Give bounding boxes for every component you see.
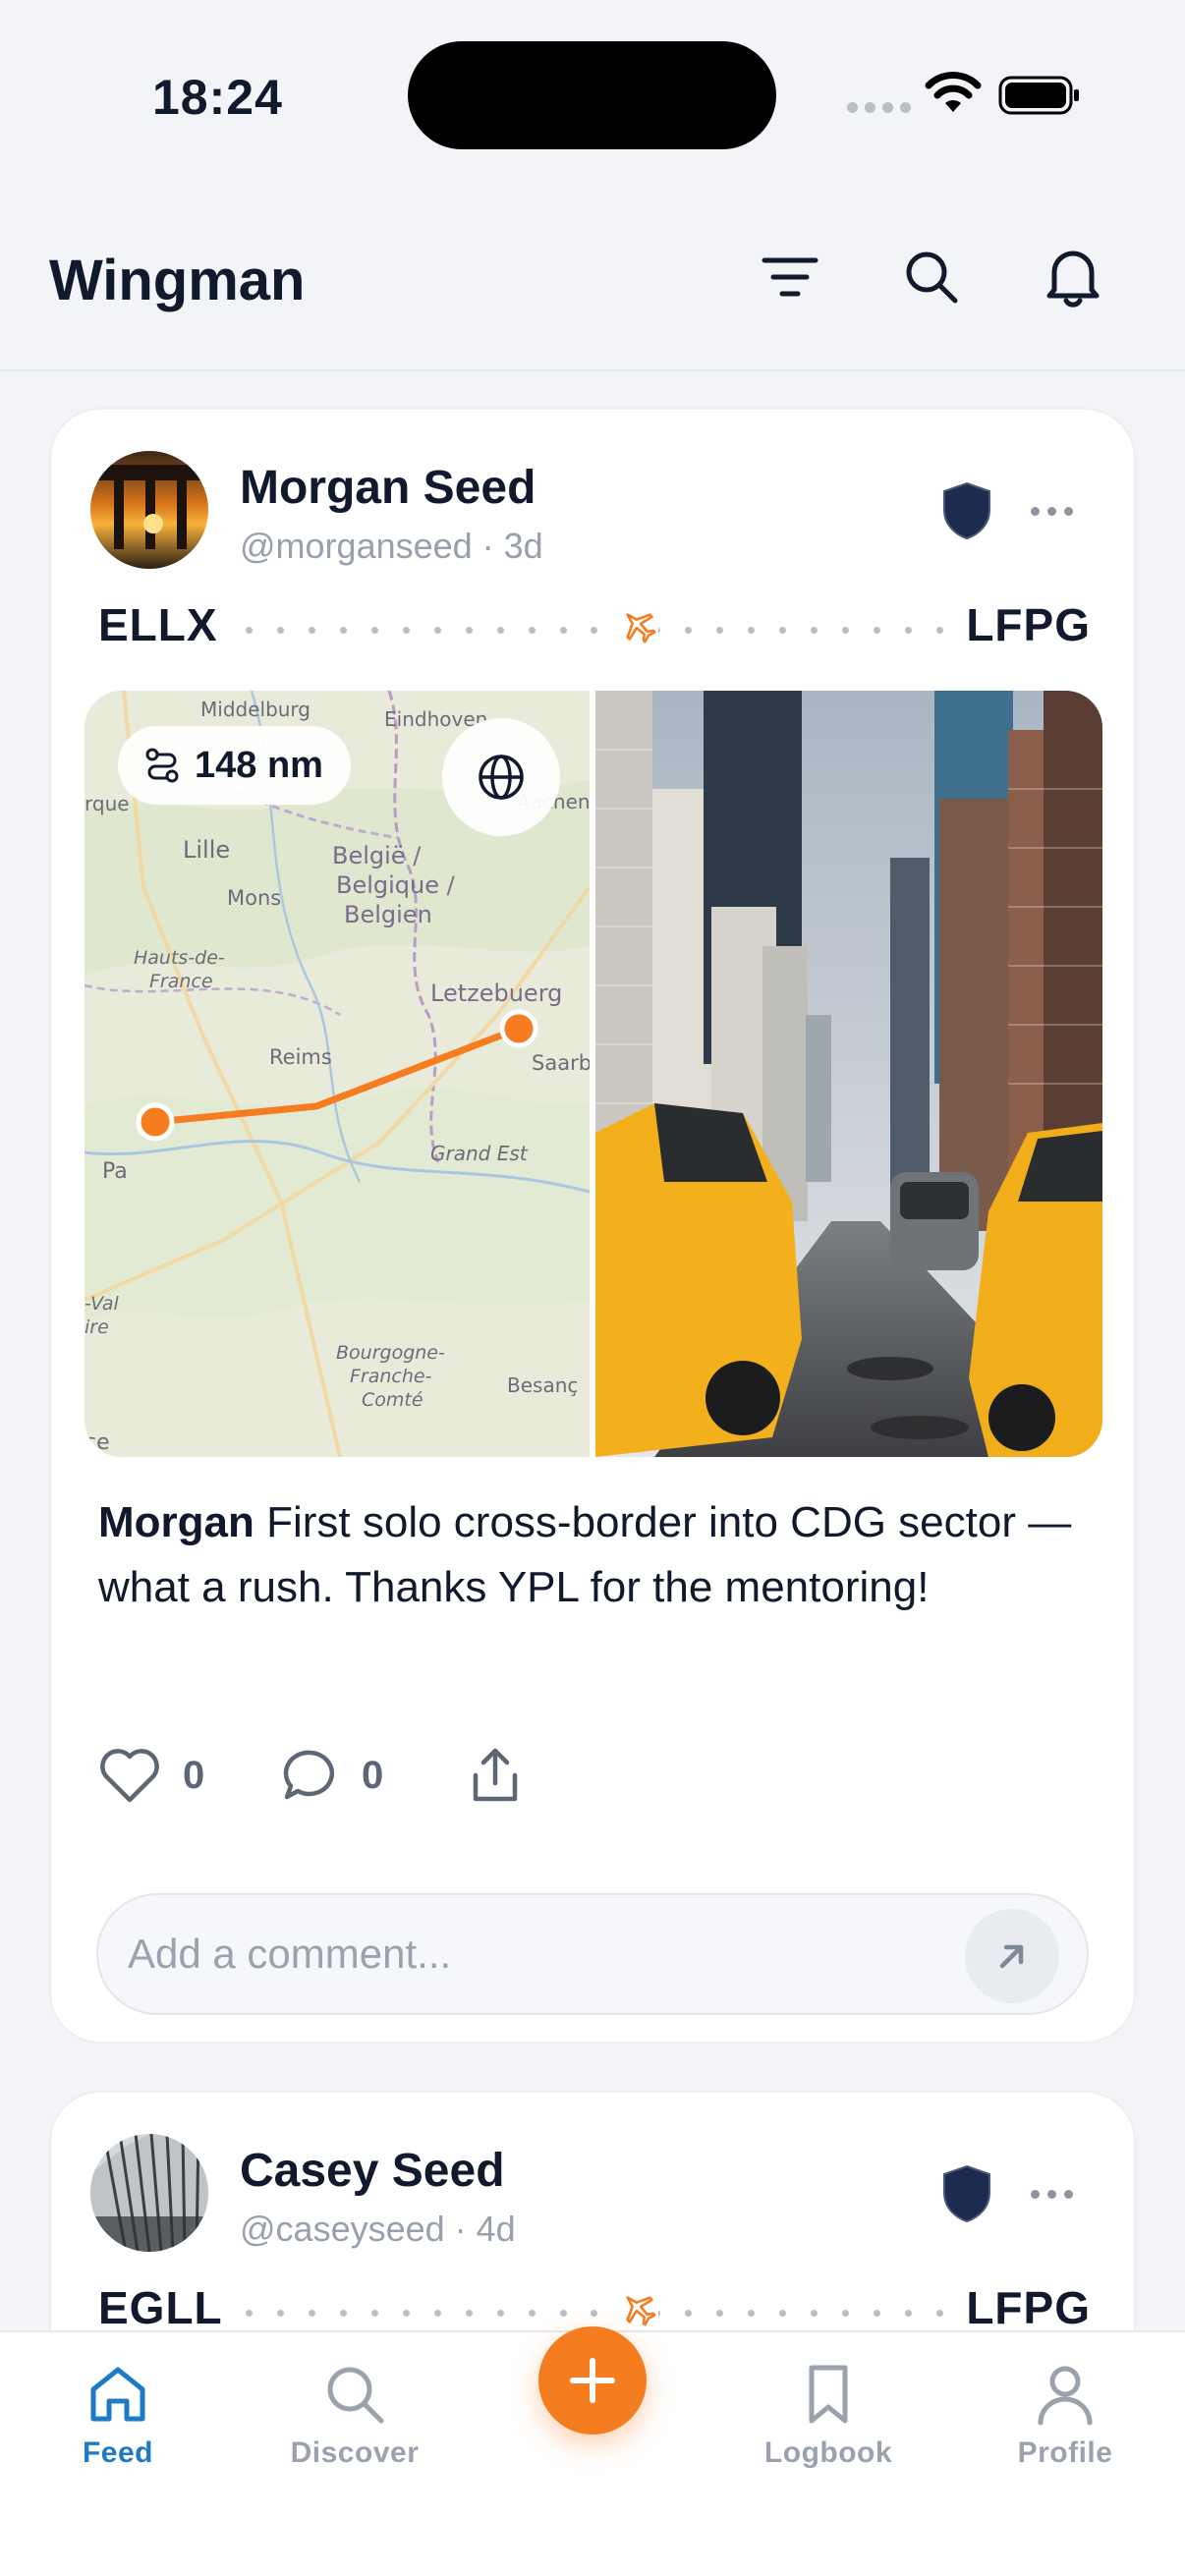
comment-input[interactable] bbox=[128, 1923, 933, 1986]
map-label: Mons bbox=[227, 886, 281, 910]
arrow-up-right-icon bbox=[999, 1944, 1024, 1969]
svg-text:Bourgogne-: Bourgogne- bbox=[336, 1342, 445, 1364]
author-handle-age: @caseyseed · 4d bbox=[240, 2209, 516, 2249]
departure-code: ELLX bbox=[98, 599, 218, 650]
post-caption: Morgan First solo cross-border into CDG … bbox=[98, 1490, 1081, 1620]
route-dots bbox=[246, 2309, 943, 2317]
search-button[interactable] bbox=[892, 238, 971, 316]
notifications-button[interactable] bbox=[1034, 238, 1112, 316]
signal-icon bbox=[847, 102, 911, 113]
comment-icon bbox=[283, 1750, 335, 1800]
tab-logbook[interactable]: Logbook bbox=[730, 2362, 927, 2470]
airplane-icon bbox=[619, 606, 658, 645]
page-title: Wingman bbox=[49, 249, 306, 312]
map-label: ce bbox=[85, 1430, 110, 1455]
map-label: Lille bbox=[183, 836, 230, 864]
home-icon bbox=[90, 2367, 145, 2422]
route-icon bbox=[145, 748, 179, 783]
app-header: Wingman bbox=[0, 187, 1185, 371]
filter-icon bbox=[762, 257, 818, 297]
departure-code: EGLL bbox=[98, 2282, 223, 2333]
arrival-code: LFPG bbox=[966, 599, 1091, 650]
svg-text:Belgique /: Belgique / bbox=[336, 871, 456, 899]
bell-icon bbox=[1046, 251, 1100, 308]
battery-icon bbox=[998, 76, 1079, 115]
map-label: Letzebuerg bbox=[430, 980, 562, 1007]
post-media[interactable]: Middelburg Eindhoven rque Lille België /… bbox=[85, 691, 1102, 1457]
tab-label: Feed bbox=[82, 2436, 154, 2469]
tab-bar: Feed Discover Logbook Profile bbox=[0, 2326, 1185, 2576]
map-label: Besanç bbox=[507, 1373, 578, 1397]
map-label: ire bbox=[85, 1316, 109, 1338]
map-label: Grand Est bbox=[430, 1142, 529, 1165]
tab-discover[interactable]: Discover bbox=[256, 2362, 453, 2470]
comment-button[interactable]: 0 bbox=[281, 1741, 383, 1810]
heart-icon bbox=[100, 1749, 159, 1803]
search-icon bbox=[327, 2367, 384, 2424]
svg-text:België /: België / bbox=[332, 842, 422, 869]
map-label: Saarb bbox=[532, 1051, 590, 1075]
map-label: Pa bbox=[102, 1159, 128, 1184]
shield-icon bbox=[943, 2164, 990, 2223]
route-dots bbox=[246, 626, 943, 634]
like-button[interactable]: 0 bbox=[98, 1741, 204, 1810]
caption-author[interactable]: Morgan bbox=[98, 1498, 254, 1546]
comment-count: 0 bbox=[362, 1753, 384, 1797]
svg-text:Comté: Comté bbox=[362, 1389, 423, 1411]
filter-button[interactable] bbox=[751, 238, 829, 316]
tab-label: Discover bbox=[290, 2436, 420, 2469]
departure-marker bbox=[136, 1102, 175, 1142]
more-options-button[interactable] bbox=[1012, 476, 1091, 545]
tab-profile[interactable]: Profile bbox=[967, 2362, 1163, 2470]
map-label: Middelburg bbox=[200, 698, 310, 721]
like-count: 0 bbox=[183, 1753, 205, 1797]
map-label: rque bbox=[85, 792, 130, 815]
map-globe-button[interactable] bbox=[442, 718, 560, 836]
svg-text:France: France bbox=[149, 971, 213, 992]
share-icon bbox=[473, 1748, 518, 1802]
svg-text:Hauts-de-: Hauts-de- bbox=[134, 947, 225, 969]
globe-icon bbox=[479, 755, 524, 800]
more-options-button[interactable] bbox=[1012, 2159, 1091, 2228]
avatar[interactable] bbox=[90, 2134, 208, 2252]
plus-icon bbox=[570, 2358, 615, 2403]
new-flight-button[interactable] bbox=[538, 2326, 647, 2435]
status-bar: 18:24 bbox=[0, 0, 1185, 187]
distance-pill: 148 nm bbox=[118, 726, 351, 805]
map-label: Reims bbox=[269, 1045, 332, 1069]
tab-label: Profile bbox=[1017, 2436, 1113, 2469]
author-handle-age: @morganseed · 3d bbox=[240, 526, 543, 566]
post-photo[interactable] bbox=[595, 691, 1102, 1457]
author-name[interactable]: Casey Seed bbox=[240, 2144, 505, 2198]
map-label: -Val bbox=[85, 1293, 120, 1315]
svg-text:Belgien: Belgien bbox=[344, 901, 432, 928]
bookmark-icon bbox=[809, 2365, 848, 2424]
post-card: Morgan Seed @morganseed · 3d ELLX LFPG M… bbox=[49, 408, 1136, 2044]
tab-feed[interactable]: Feed bbox=[20, 2362, 216, 2470]
airplane-icon bbox=[619, 2289, 658, 2328]
author-name[interactable]: Morgan Seed bbox=[240, 461, 536, 515]
route-map[interactable]: Middelburg Eindhoven rque Lille België /… bbox=[85, 691, 592, 1457]
send-comment-button[interactable] bbox=[965, 1909, 1059, 2003]
share-button[interactable] bbox=[468, 1741, 523, 1810]
flight-route: ELLX LFPG bbox=[98, 598, 1091, 657]
comment-box bbox=[96, 1893, 1089, 2015]
arrival-code: LFPG bbox=[966, 2282, 1091, 2333]
svg-text:Franche-: Franche- bbox=[350, 1366, 432, 1387]
shield-icon bbox=[943, 481, 990, 540]
status-time: 18:24 bbox=[152, 70, 283, 125]
user-icon bbox=[1038, 2366, 1093, 2426]
arrival-marker bbox=[499, 1009, 538, 1048]
dynamic-island bbox=[408, 41, 776, 149]
wifi-icon bbox=[925, 72, 982, 112]
tab-label: Logbook bbox=[763, 2436, 893, 2469]
avatar[interactable] bbox=[90, 451, 208, 569]
distance-value: 148 nm bbox=[195, 744, 323, 786]
search-icon bbox=[906, 252, 958, 304]
